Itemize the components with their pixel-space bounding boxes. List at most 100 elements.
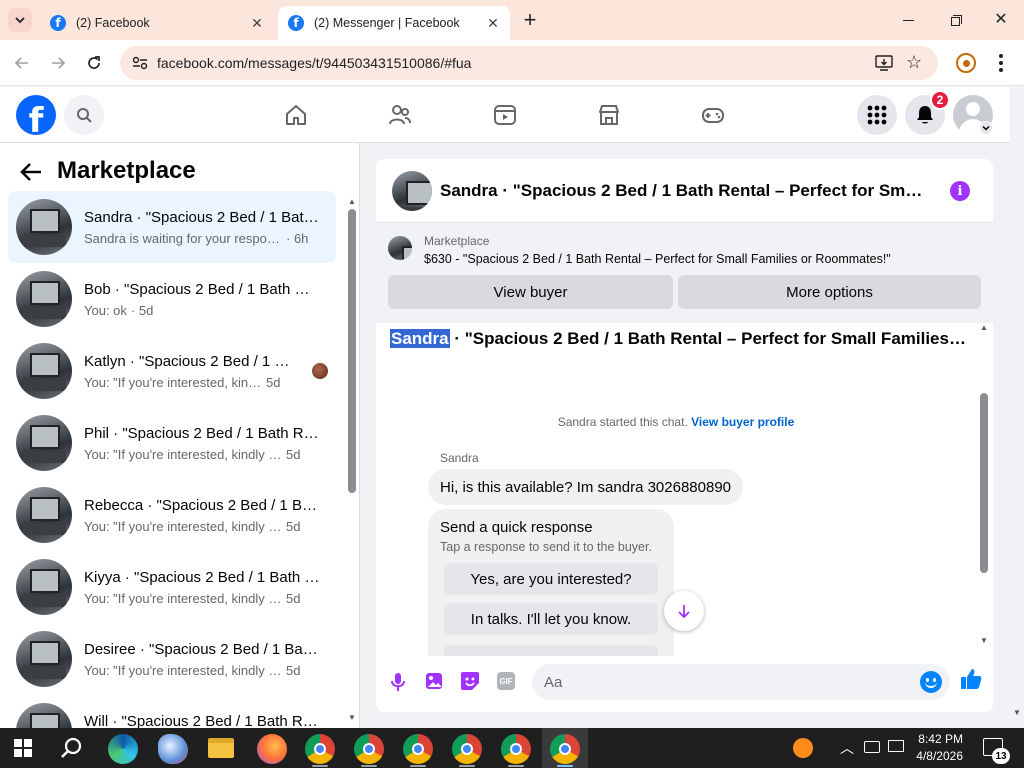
quick-response-title: Send a quick response	[440, 519, 593, 536]
search-icon	[77, 108, 92, 123]
file-explorer-icon[interactable]	[208, 738, 234, 758]
account-chevron-icon[interactable]	[979, 121, 993, 135]
friends-icon[interactable]	[388, 103, 412, 127]
tab-facebook[interactable]: f (2) Facebook ✕	[40, 6, 274, 40]
more-options-button[interactable]: More options	[678, 275, 981, 309]
marketplace-icon[interactable]	[597, 103, 621, 127]
thumbs-up-icon[interactable]	[960, 668, 982, 690]
sidebar-scroll-thumb[interactable]	[348, 209, 356, 493]
chrome-icon[interactable]	[452, 734, 482, 764]
quick-reply-button-partial[interactable]	[444, 645, 658, 656]
quick-reply-button[interactable]: Yes, are you interested?	[444, 563, 658, 595]
quick-reply-button[interactable]: In talks. I'll let you know.	[444, 603, 658, 635]
firefox-icon[interactable]	[257, 734, 287, 764]
listing-thumbnail	[16, 487, 72, 543]
view-buyer-button[interactable]: View buyer	[388, 275, 673, 309]
chrome-icon[interactable]	[354, 734, 384, 764]
message-bubble[interactable]: Hi, is this available? Im sandra 3026880…	[428, 469, 744, 505]
gif-icon[interactable]: GIF	[497, 672, 515, 690]
chat-panel: Sandra · "Spacious 2 Bed / 1 Bath Rental…	[376, 159, 993, 712]
sticker-icon[interactable]	[460, 671, 480, 691]
browser-menu-button[interactable]	[998, 54, 1004, 72]
thread-scrollbar[interactable]: ▲ ▼	[978, 323, 990, 648]
chat-thumbnail	[392, 171, 432, 211]
conversation-item[interactable]: Phil · "Spacious 2 Bed / 1 Bath Rental –…	[8, 407, 336, 479]
tab-title: (2) Facebook	[76, 16, 150, 30]
close-tab-icon[interactable]: ✕	[484, 14, 502, 32]
thread-scroll-thumb[interactable]	[980, 393, 988, 573]
thread-title-rest: · "Spacious 2 Bed / 1 Bath Rental – Perf…	[454, 329, 970, 348]
conversation-time: 5d	[266, 374, 281, 390]
conversation-item[interactable]: Bob · "Spacious 2 Bed / 1 Bath Rental – …	[8, 263, 336, 335]
tab-search-button[interactable]	[8, 8, 32, 32]
profile-button[interactable]	[956, 53, 976, 73]
facebook-favicon-icon: f	[288, 15, 304, 31]
restore-button[interactable]	[948, 12, 964, 28]
chrome-icon[interactable]	[550, 734, 580, 764]
person-icon	[962, 59, 970, 67]
conversation-preview: You: "If you're interested, kindly share	[84, 518, 282, 534]
scroll-to-bottom-button[interactable]	[664, 591, 704, 631]
weather-icon[interactable]	[793, 738, 813, 758]
facebook-header: f 2	[0, 87, 1010, 143]
view-buyer-profile-link[interactable]: View buyer profile	[691, 415, 794, 429]
chrome-icon[interactable]	[305, 734, 335, 764]
new-tab-button[interactable]: +	[520, 7, 540, 32]
bookmark-star-icon[interactable]: ☆	[906, 52, 922, 73]
install-app-icon[interactable]	[875, 55, 893, 71]
arrow-right-icon	[52, 57, 66, 69]
tab-messenger[interactable]: f (2) Messenger | Facebook ✕	[278, 6, 510, 40]
info-button[interactable]: i	[950, 181, 970, 201]
gaming-icon[interactable]	[701, 103, 725, 127]
close-window-button[interactable]: ✕	[992, 10, 1010, 28]
minimize-button[interactable]	[900, 12, 918, 28]
listing-title[interactable]: $630 - "Spacious 2 Bed / 1 Bath Rental –…	[424, 252, 891, 266]
conversation-item[interactable]: Sandra · "Spacious 2 Bed / 1 Bath Rental…	[8, 191, 336, 263]
microphone-icon[interactable]	[390, 672, 406, 692]
conversation-item[interactable]: Kiyya · "Spacious 2 Bed / 1 Bath Rental …	[8, 551, 336, 623]
forward-button[interactable]	[46, 51, 70, 75]
conversation-item[interactable]: Desiree · "Spacious 2 Bed / 1 Bath Renta…	[8, 623, 336, 695]
menu-button[interactable]	[857, 95, 897, 135]
paint-icon[interactable]	[158, 734, 188, 764]
chrome-icon[interactable]	[501, 734, 531, 764]
chat-header-title[interactable]: Sandra · "Spacious 2 Bed / 1 Bath Rental…	[440, 181, 930, 201]
close-tab-icon[interactable]: ✕	[248, 14, 266, 32]
message-input[interactable]: Aa	[532, 664, 950, 700]
sidebar-scrollbar[interactable]: ▲ ▼	[346, 195, 358, 725]
conversation-preview: You: "If you're interested, kindly share	[84, 590, 282, 606]
chrome-icon[interactable]	[403, 734, 433, 764]
back-button[interactable]	[10, 51, 34, 75]
conversation-preview: You: "If you're interested, kindly share	[84, 446, 282, 462]
network-icon[interactable]	[864, 741, 880, 753]
url-text: facebook.com/messages/t/944503431510086/…	[157, 55, 472, 71]
conversation-item[interactable]: Will · "Spacious 2 Bed / 1 Bath Rental –…	[8, 695, 336, 728]
listing-thumbnail	[16, 415, 72, 471]
site-info-icon[interactable]	[132, 56, 148, 70]
search-icon[interactable]	[60, 736, 84, 760]
monitor-icon[interactable]	[888, 740, 904, 752]
page-scrollbar[interactable]: ▼	[1010, 143, 1024, 728]
back-arrow-icon[interactable]	[20, 162, 42, 182]
conversation-time: · 6h	[286, 230, 309, 246]
video-icon[interactable]	[493, 103, 517, 127]
show-hidden-icons-icon[interactable]: ︿	[840, 738, 854, 758]
conversation-item[interactable]: Katlyn · "Spacious 2 Bed / 1 Bath Rental…	[8, 335, 336, 407]
conversation-name: Sandra · "Spacious 2 Bed / 1 Bath Rental…	[84, 208, 320, 226]
edge-icon[interactable]	[108, 734, 138, 764]
home-icon[interactable]	[284, 103, 308, 127]
emoji-icon[interactable]	[920, 671, 942, 693]
photo-icon[interactable]	[425, 672, 443, 690]
clock-time[interactable]: 8:42 PM	[915, 732, 963, 746]
arrow-left-icon	[14, 57, 28, 69]
address-bar[interactable]: facebook.com/messages/t/944503431510086/…	[120, 46, 938, 80]
chat-header: Sandra · "Spacious 2 Bed / 1 Bath Rental…	[376, 159, 993, 223]
conversation-item[interactable]: Rebecca · "Spacious 2 Bed / 1 Bath Renta…	[8, 479, 336, 551]
clock-date[interactable]: 4/8/2026	[912, 749, 963, 763]
conversation-name: Desiree · "Spacious 2 Bed / 1 Bath Renta…	[84, 640, 320, 658]
windows-start-icon[interactable]	[14, 739, 32, 757]
reload-button[interactable]	[82, 51, 106, 75]
conversation-time: 5d	[286, 518, 301, 534]
fb-search-button[interactable]	[64, 95, 104, 135]
facebook-logo-icon[interactable]: f	[16, 95, 56, 135]
